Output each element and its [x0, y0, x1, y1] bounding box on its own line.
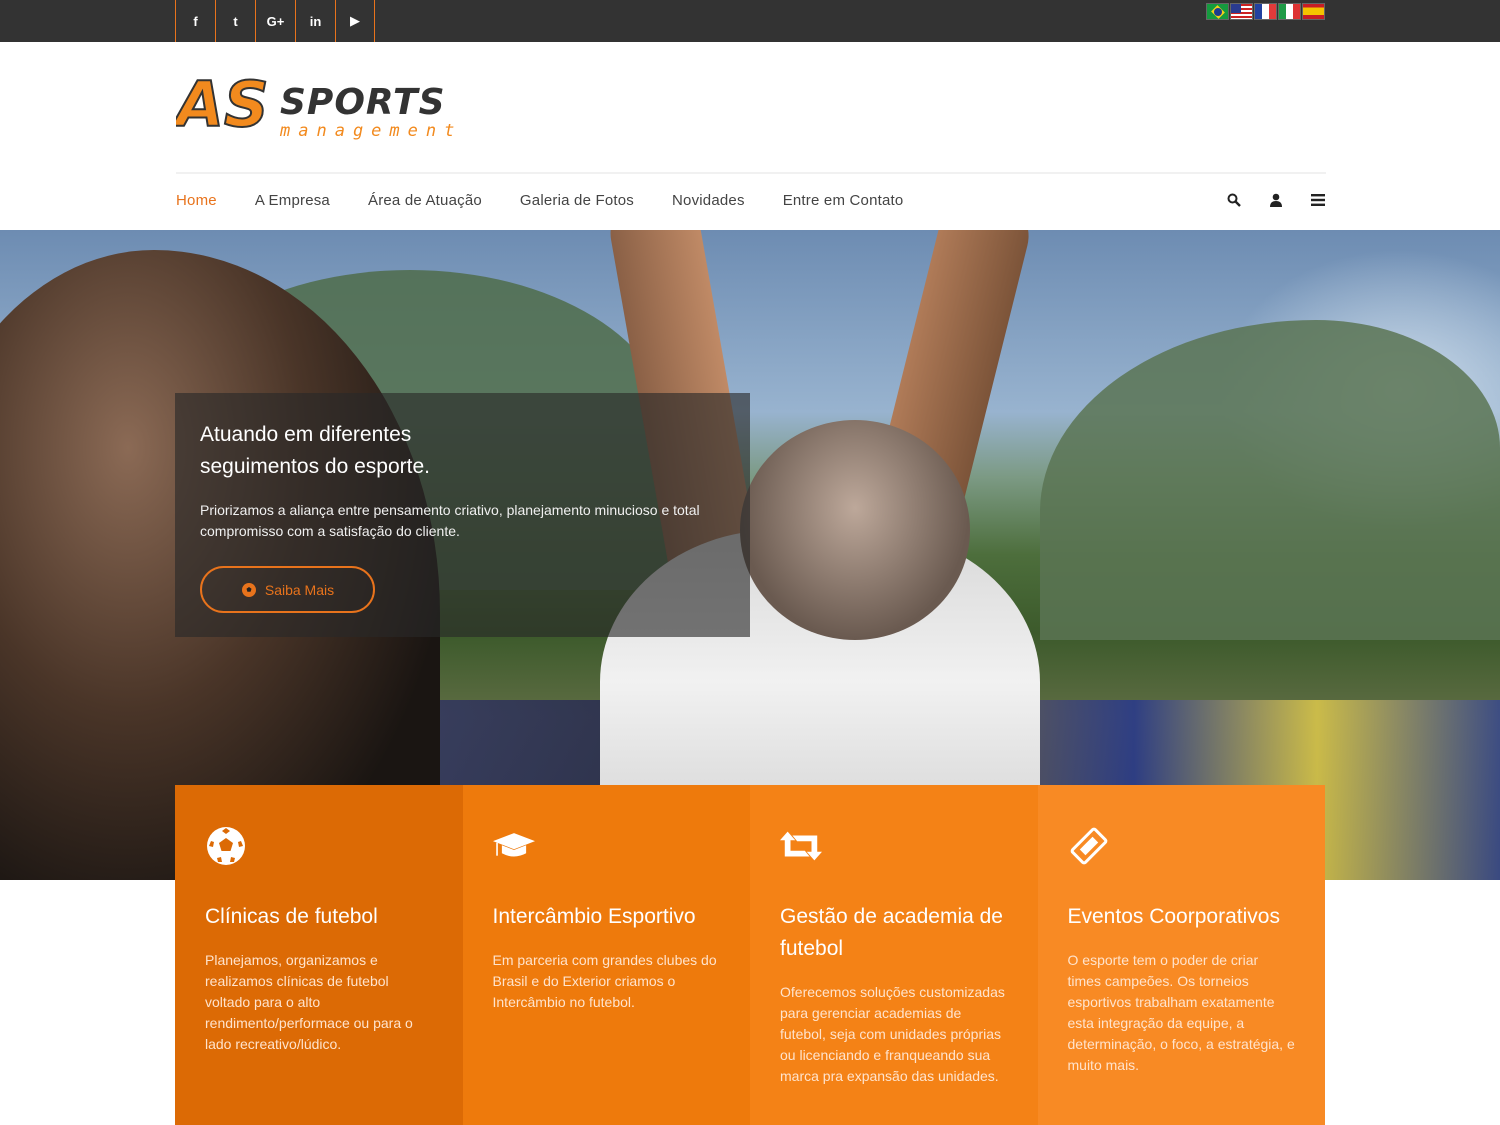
youtube-icon[interactable]: ▶	[335, 0, 375, 42]
google-plus-icon[interactable]: G+	[255, 0, 295, 42]
linkedin-icon[interactable]: in	[295, 0, 335, 42]
hero-slider: Atuando em diferentes seguimentos do esp…	[0, 230, 1500, 880]
as-sports-logo[interactable]: AS SPORTS management	[170, 67, 516, 144]
top-bar: f t G+ in ▶	[0, 0, 1500, 42]
services-row: Clínicas de futebol Planejamos, organiza…	[175, 785, 1325, 1125]
service-text: O esporte tem o poder de criar times cam…	[1067, 952, 1295, 1073]
service-title: Intercâmbio Esportivo	[492, 905, 696, 928]
social-links: f t G+ in ▶	[175, 0, 375, 42]
facebook-icon[interactable]: f	[175, 0, 215, 42]
graduation-cap-icon	[492, 825, 535, 867]
ticket-icon	[1068, 825, 1110, 867]
nav-item-novidades[interactable]: Novidades	[672, 192, 745, 209]
hero-text: Priorizamos a aliança entre pensamento c…	[200, 502, 700, 539]
service-title: Eventos Coorporativos	[1067, 905, 1280, 928]
service-card-gestao[interactable]: Gestão de academia de futebol Oferecemos…	[750, 785, 1038, 1125]
nav-item-home[interactable]: Home	[176, 192, 217, 209]
service-title: Gestão de academia de futebol	[780, 905, 1003, 960]
soccer-ball-icon	[241, 582, 256, 597]
service-card-eventos[interactable]: Eventos Coorporativos O esporte tem o po…	[1037, 785, 1325, 1125]
logo-initials: AS	[176, 72, 269, 141]
saiba-mais-label: Saiba Mais	[264, 581, 335, 598]
service-text: Oferecemos soluções customizadas para ge…	[780, 984, 1005, 1084]
user-icon[interactable]	[1269, 192, 1283, 208]
nav-item-contato[interactable]: Entre em Contato	[783, 192, 904, 209]
nav-item-area-atuacao[interactable]: Área de Atuação	[368, 192, 482, 209]
twitter-icon[interactable]: t	[215, 0, 255, 42]
logo-word: SPORTS	[280, 82, 446, 123]
menu-icon[interactable]	[1311, 192, 1325, 208]
service-card-clinicas[interactable]: Clínicas de futebol Planejamos, organiza…	[175, 785, 463, 1125]
language-switcher	[1206, 3, 1325, 20]
hero-caption: Atuando em diferentes seguimentos do esp…	[175, 393, 750, 637]
hero-title: Atuando em diferentes seguimentos do esp…	[200, 423, 430, 478]
site-header: AS SPORTS management Home A Empresa Área…	[0, 42, 1500, 230]
service-title: Clínicas de futebol	[205, 905, 378, 928]
usa-flag-icon[interactable]	[1230, 3, 1253, 20]
header-divider	[176, 172, 1326, 174]
nav-item-empresa[interactable]: A Empresa	[255, 192, 330, 209]
logo-sub: management	[279, 121, 462, 141]
spain-flag-icon[interactable]	[1302, 3, 1325, 20]
italy-flag-icon[interactable]	[1278, 3, 1301, 20]
saiba-mais-button[interactable]: Saiba Mais	[200, 566, 375, 613]
service-text: Em parceria com grandes clubes do Brasil…	[492, 952, 717, 1010]
france-flag-icon[interactable]	[1254, 3, 1277, 20]
service-card-intercambio[interactable]: Intercâmbio Esportivo Em parceria com gr…	[462, 785, 750, 1125]
service-text: Planejamos, organizamos e realizamos clí…	[205, 952, 413, 1052]
hero-bg-player-head	[740, 420, 970, 640]
search-icon[interactable]	[1227, 192, 1241, 208]
soccer-ball-icon	[205, 825, 247, 867]
main-nav: Home A Empresa Área de Atuação Galeria d…	[176, 192, 903, 209]
nav-item-galeria[interactable]: Galeria de Fotos	[520, 192, 634, 209]
nav-icons	[1227, 192, 1325, 208]
retweet-icon	[780, 825, 822, 867]
brazil-flag-icon[interactable]	[1206, 3, 1229, 20]
hero-bg-mountain	[1040, 320, 1500, 640]
